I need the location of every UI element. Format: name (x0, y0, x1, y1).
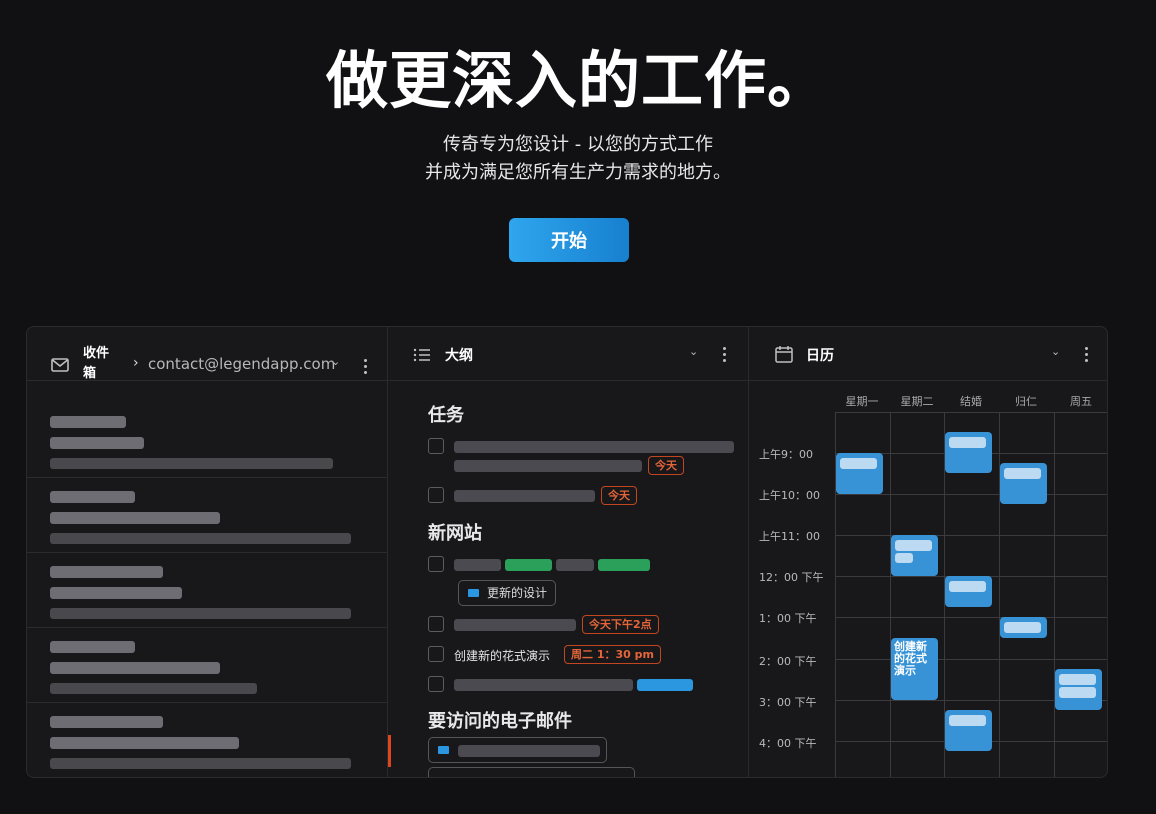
start-button[interactable]: 开始 (509, 218, 629, 262)
task-checkbox[interactable] (428, 487, 444, 503)
calendar-event[interactable] (945, 710, 992, 751)
more-menu-icon[interactable] (1085, 347, 1089, 365)
chevron-down-icon[interactable]: ⌄ (689, 345, 698, 358)
outline-header: 大纲 ⌄ (388, 327, 748, 381)
calendar-title: 日历 (806, 348, 834, 364)
hour-label: 上午9：00 (759, 448, 813, 461)
due-tag: 今天 (648, 456, 684, 475)
task-placeholder (454, 559, 501, 571)
outline-title: 大纲 (445, 348, 473, 364)
day-header: 周五 (1070, 395, 1092, 408)
section-new-site: 新网站 (428, 523, 482, 544)
list-item[interactable] (27, 703, 388, 777)
day-header: 结婚 (960, 395, 982, 408)
outline-column: 大纲 ⌄ 任务 今天 今天 新网站 更新的设计 今天下午2点 创建新的花式演示 … (388, 327, 749, 777)
account-selector[interactable]: contact@legendapp.com (148, 355, 335, 373)
task-placeholder (454, 460, 642, 472)
more-menu-icon[interactable] (364, 359, 368, 377)
task-checkbox[interactable] (428, 556, 444, 572)
list-icon (413, 347, 431, 366)
more-menu-icon[interactable] (723, 347, 727, 365)
hour-label: 2：00 下午 (759, 655, 817, 668)
task-placeholder (556, 559, 594, 571)
calendar-event[interactable] (836, 453, 883, 494)
chevron-right-icon: › (133, 355, 139, 371)
task-checkbox[interactable] (428, 646, 444, 662)
mail-icon (51, 357, 69, 376)
focus-marker (388, 735, 391, 767)
calendar-event[interactable] (1000, 617, 1047, 638)
hour-label: 12：00 下午 (759, 571, 824, 584)
blue-label (637, 679, 693, 691)
hero-subtitle-line1: 传奇专为您设计 - 以您的方式工作 (443, 134, 713, 155)
inbox-header: 收件箱 › contact@legendapp.com ⌄ (27, 327, 387, 381)
mail-icon (438, 746, 449, 754)
hero-subtitle-line2: 并成为满足您所有生产力需求的地方。 (425, 162, 731, 183)
day-header: 星期二 (900, 395, 934, 408)
task-placeholder (454, 619, 576, 631)
hour-label: 上午10：00 (759, 489, 820, 502)
due-tag: 周二 1：30 pm (564, 645, 661, 664)
inbox-title: 收件箱 (83, 346, 110, 381)
calendar-icon (775, 345, 793, 367)
inbox-column: 收件箱 › contact@legendapp.com ⌄ (27, 327, 388, 777)
list-item[interactable] (27, 478, 388, 553)
hour-label: 1：00 下午 (759, 612, 817, 625)
list-item[interactable] (27, 403, 388, 478)
hero-title: 做更深入的工作。 (325, 44, 830, 117)
chip-label: 更新的设计 (487, 586, 548, 600)
task-placeholder (454, 490, 595, 502)
calendar-event[interactable] (945, 432, 992, 473)
chevron-down-icon[interactable]: ⌄ (331, 355, 340, 368)
chevron-down-icon[interactable]: ⌄ (1051, 345, 1060, 358)
due-tag: 今天 (601, 486, 637, 505)
calendar-column: 日历 ⌄ 星期一 星期二 结婚 归仁 周五 上午9：00 上午10：00 上午1… (749, 327, 1107, 777)
due-tag: 今天下午2点 (582, 615, 659, 634)
list-item[interactable] (27, 553, 388, 628)
hour-label: 3：00 下午 (759, 696, 817, 709)
calendar-event[interactable] (891, 535, 938, 576)
calendar-event[interactable] (1000, 463, 1047, 504)
email-chip-update-design[interactable]: 更新的设计 (458, 580, 557, 606)
event-title: 创建新的花式演示 (894, 640, 927, 677)
task-placeholder (454, 679, 633, 691)
mail-icon (468, 589, 479, 597)
day-header: 星期一 (845, 395, 879, 408)
task-placeholder (454, 441, 734, 453)
app-preview: 收件箱 › contact@legendapp.com ⌄ 大纲 ⌄ 任务 今天… (26, 326, 1108, 778)
section-emails: 要访问的电子邮件 (428, 711, 572, 732)
email-chip[interactable] (428, 737, 607, 763)
hour-label: 4：00 下午 (759, 737, 817, 750)
green-label (505, 559, 552, 571)
day-header: 归仁 (1015, 395, 1037, 408)
calendar-event[interactable] (1055, 669, 1102, 710)
task-create-demo: 创建新的花式演示 (454, 649, 551, 663)
task-checkbox[interactable] (428, 616, 444, 632)
calendar-event-create-demo[interactable]: 创建新的花式演示 (891, 638, 938, 700)
task-checkbox[interactable] (428, 438, 444, 454)
calendar-event[interactable] (945, 576, 992, 607)
list-item[interactable] (27, 628, 388, 703)
section-tasks: 任务 (428, 405, 464, 426)
task-checkbox[interactable] (428, 676, 444, 692)
hour-label: 上午11：00 (759, 530, 820, 543)
calendar-header: 日历 ⌄ (749, 327, 1107, 381)
green-label (598, 559, 650, 571)
email-chip[interactable] (428, 767, 635, 777)
